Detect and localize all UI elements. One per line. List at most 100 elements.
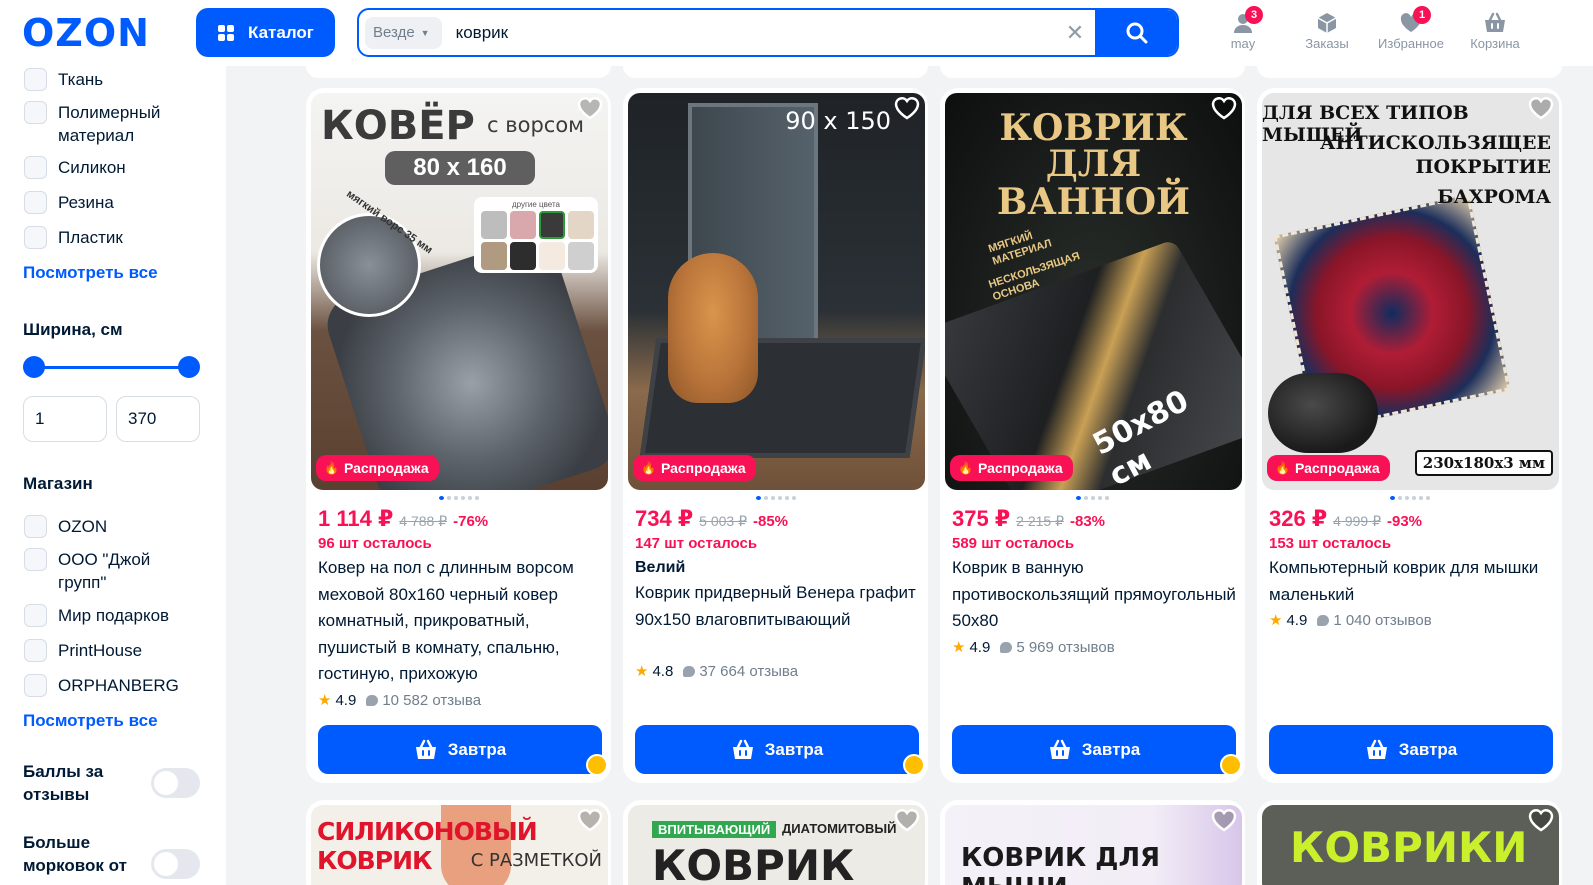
favorite-heart-icon[interactable]	[894, 96, 920, 120]
price-row: 326 ₽ 4 999 ₽ -93%	[1269, 506, 1422, 532]
product-title[interactable]: Коврик в ванную противоскользящий прямоу…	[952, 555, 1242, 635]
add-to-cart-button[interactable]: Завтра	[318, 725, 602, 774]
crown-icon	[1220, 754, 1242, 776]
image-pagination-dots[interactable]	[306, 496, 611, 500]
see-all-shops-link[interactable]: Посмотреть все	[23, 711, 158, 731]
reviews-count: 5 969 отзывов	[1016, 638, 1115, 656]
price: 326 ₽	[1269, 506, 1328, 531]
add-to-cart-button[interactable]: Завтра	[1269, 725, 1553, 774]
add-to-cart-button[interactable]: Завтра	[635, 725, 919, 774]
checkbox[interactable]	[24, 191, 47, 214]
product-image[interactable]: 90 x 150	[628, 93, 925, 490]
favorite-heart-icon[interactable]	[894, 808, 920, 832]
image-subtitle: С РАЗМЕТКОЙ	[470, 850, 602, 871]
header-profile[interactable]: 3 may	[1198, 6, 1288, 51]
reviews-points-toggle[interactable]	[151, 768, 200, 798]
image-feature-4: БАХРОМА	[1437, 186, 1551, 208]
search-button[interactable]	[1095, 10, 1177, 55]
search-icon	[1126, 22, 1148, 43]
width-max-input[interactable]: 370	[116, 396, 200, 442]
reviews-points-label: Баллы за отзывы	[23, 762, 104, 804]
product-title[interactable]: Коврик придверный Венера графит 90х150 в…	[635, 580, 925, 633]
rating-value: 4.9	[335, 691, 357, 709]
filter-shop-mir-podarkov[interactable]: Мир подарков	[24, 604, 169, 627]
see-all-materials-link[interactable]: Посмотреть все	[23, 263, 158, 283]
width-min-input[interactable]: 1	[23, 396, 107, 442]
image-size-label: 80 x 160	[385, 151, 535, 185]
product-image[interactable]: ДЛЯ ВСЕХ ТИПОВ МЫШЕЙ АНТИСКОЛЬЗЯЩЕЕ ПОКР…	[1262, 93, 1559, 490]
prev-card-bottom	[623, 66, 928, 78]
image-pagination-dots[interactable]	[940, 496, 1245, 500]
filter-material-fabric[interactable]: Ткань	[24, 68, 103, 91]
filter-shop-orphanberg[interactable]: ORPHANBERG	[24, 674, 179, 697]
filter-shop-printhouse[interactable]: PrintHouse	[24, 639, 142, 662]
checkbox[interactable]	[24, 604, 47, 627]
width-slider-max-handle[interactable]	[178, 356, 200, 378]
search-input[interactable]	[441, 12, 1055, 53]
header-favorites[interactable]: 1 Избранное	[1366, 6, 1456, 51]
add-to-cart-button[interactable]: Завтра	[952, 725, 1236, 774]
checkbox[interactable]	[24, 548, 47, 571]
image-pagination-dots[interactable]	[1257, 496, 1562, 500]
product-card[interactable]: ДЛЯ ВСЕХ ТИПОВ МЫШЕЙ АНТИСКОЛЬЗЯЩЕЕ ПОКР…	[1257, 88, 1562, 783]
filter-shop-ozon[interactable]: OZON	[24, 515, 107, 538]
filter-material-plastic[interactable]: Пластик	[24, 226, 123, 249]
clear-search-icon[interactable]: ✕	[1055, 20, 1095, 46]
favorite-heart-icon[interactable]	[1211, 808, 1237, 832]
checkbox[interactable]	[24, 68, 47, 91]
star-icon: ★	[952, 639, 966, 656]
checkbox[interactable]	[24, 226, 47, 249]
product-card[interactable]: КОВЁР с ворсом 80 x 160 мягкий ворс 35 м…	[306, 88, 611, 783]
favorite-heart-icon[interactable]	[1211, 96, 1237, 120]
image-pagination-dots[interactable]	[623, 496, 928, 500]
carrots-toggle[interactable]	[151, 849, 200, 879]
product-card[interactable]: ВПИТЫВАЮЩИЙ ДИАТОМИТОВЫЙ КОВРИК	[623, 800, 928, 885]
crown-icon	[586, 754, 608, 776]
favorite-heart-icon[interactable]	[1528, 96, 1554, 120]
width-slider-track[interactable]	[34, 366, 189, 369]
filter-material-rubber[interactable]: Резина	[24, 191, 114, 214]
product-image[interactable]: КОВРИКИ	[1262, 805, 1559, 885]
product-image[interactable]: КОВЁР с ворсом 80 x 160 мягкий ворс 35 м…	[311, 93, 608, 490]
checkbox[interactable]	[24, 515, 47, 538]
checkbox[interactable]	[24, 639, 47, 662]
width-slider-min-handle[interactable]	[23, 356, 45, 378]
product-card[interactable]: КОВРИКИ	[1257, 800, 1562, 885]
product-image[interactable]: ВПИТЫВАЮЩИЙ ДИАТОМИТОВЫЙ КОВРИК	[628, 805, 925, 885]
brand-name[interactable]: Велий	[635, 559, 685, 577]
filter-label: Ткань	[58, 70, 104, 89]
product-card[interactable]: 90 x 150 🔥 Распродажа 734 ₽ 5 003 ₽ -85% …	[623, 88, 928, 783]
ozon-logo[interactable]: OZON	[22, 14, 150, 52]
filter-shop-joy[interactable]: ООО "Джой групп"	[24, 548, 188, 594]
shop-filter-title: Магазин	[23, 474, 93, 493]
header-orders[interactable]: Заказы	[1282, 10, 1372, 51]
price-row: 1 114 ₽ 4 788 ₽ -76%	[318, 506, 488, 532]
discount: -93%	[1386, 513, 1423, 530]
catalog-button[interactable]: Каталог	[196, 8, 335, 57]
filter-material-polymer[interactable]: Полимерный материал	[24, 101, 188, 147]
product-title[interactable]: Компьютерный коврик для мышки маленький	[1269, 555, 1559, 608]
profile-label: may	[1230, 36, 1256, 51]
checkbox[interactable]	[24, 156, 47, 179]
box-icon	[1317, 13, 1337, 33]
product-title[interactable]: Ковер на пол с длинным ворсом меховой 80…	[318, 555, 608, 688]
comment-icon	[1000, 641, 1013, 653]
favorite-heart-icon[interactable]	[1528, 808, 1554, 832]
rating: ★ 4.9 5 969 отзывов	[952, 638, 1115, 657]
checkbox[interactable]	[24, 674, 47, 697]
prev-card-bottom	[940, 66, 1245, 78]
product-image[interactable]: КОВРИК ДЛЯ МЫШИ	[945, 805, 1242, 885]
product-card[interactable]: КОВРИК ДЛЯ ВАННОЙ МЯГКИЙ МАТЕРИАЛ НЕСКОЛ…	[940, 88, 1245, 783]
product-card[interactable]: СИЛИКОНОВЫЙ КОВРИК С РАЗМЕТКОЙ	[306, 800, 611, 885]
search-scope-dropdown[interactable]: Везде ▼	[365, 16, 442, 49]
star-icon: ★	[318, 692, 332, 709]
header-cart[interactable]: Корзина	[1450, 10, 1540, 51]
favorite-heart-icon[interactable]	[577, 96, 603, 120]
product-card[interactable]: КОВРИК ДЛЯ МЫШИ	[940, 800, 1245, 885]
checkbox[interactable]	[24, 101, 47, 124]
sale-badge: 🔥 Распродажа	[1267, 455, 1390, 481]
filter-material-silicone[interactable]: Силикон	[24, 156, 126, 179]
favorite-heart-icon[interactable]	[577, 808, 603, 832]
product-image[interactable]: КОВРИК ДЛЯ ВАННОЙ МЯГКИЙ МАТЕРИАЛ НЕСКОЛ…	[945, 93, 1242, 490]
product-image[interactable]: СИЛИКОНОВЫЙ КОВРИК С РАЗМЕТКОЙ	[311, 805, 608, 885]
